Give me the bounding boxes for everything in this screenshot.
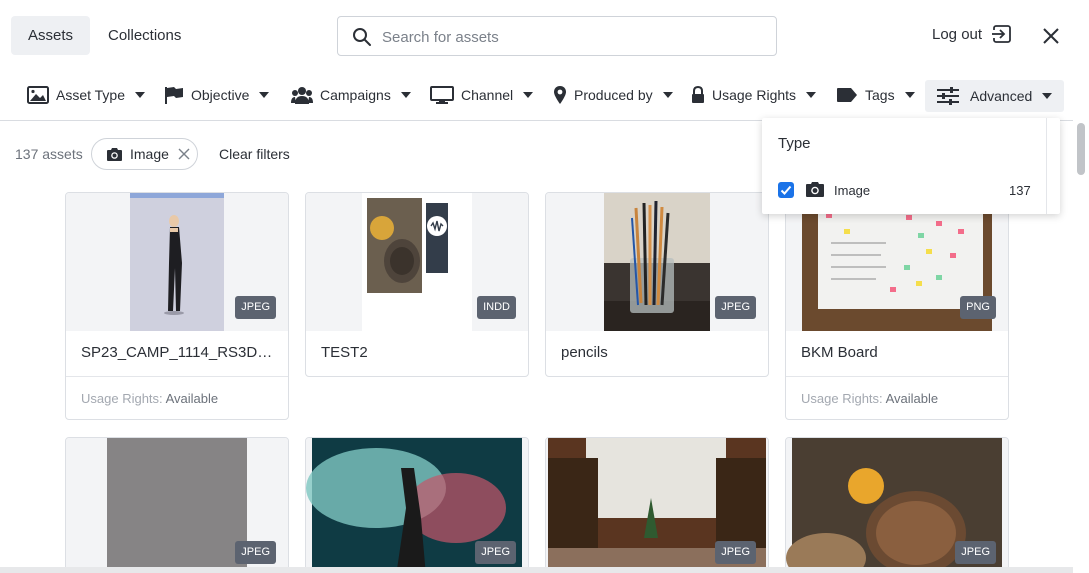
filter-label: Tags [865, 87, 895, 103]
filter-asset-type[interactable]: Asset Type [27, 76, 146, 114]
logout-button[interactable]: Log out [932, 24, 1012, 44]
caret-down-icon [523, 92, 534, 98]
asset-card[interactable]: JPEG pencils [545, 192, 769, 377]
camera-icon [107, 147, 122, 161]
monitor-icon [430, 86, 454, 104]
filter-usage-rights[interactable]: Usage Rights [691, 76, 817, 114]
asset-name: SP23_CAMP_1114_RS3D0... [81, 344, 279, 361]
file-type-badge: JPEG [955, 541, 996, 564]
search-box[interactable] [337, 16, 777, 56]
usage-rights: Usage Rights: Available [786, 376, 1008, 419]
camera-icon [806, 182, 824, 197]
filter-advanced[interactable]: Advanced [925, 80, 1065, 112]
location-pin-icon [553, 86, 567, 104]
filter-bar: Asset Type Objective Campaigns Channel P… [0, 76, 1089, 121]
logout-icon [992, 25, 1011, 43]
sliders-icon [937, 87, 959, 105]
caret-down-icon [400, 92, 411, 98]
horizontal-scrollbar[interactable] [0, 567, 1073, 573]
usage-rights-label: Usage Rights: [81, 391, 163, 406]
filter-label: Produced by [574, 87, 653, 103]
tab-collections[interactable]: Collections [91, 16, 198, 55]
asset-thumbnail: INDD [306, 193, 528, 331]
asset-thumbnail: JPEG [66, 438, 288, 573]
filter-label: Objective [191, 87, 250, 103]
file-type-badge: JPEG [235, 541, 276, 564]
logout-label: Log out [932, 25, 983, 43]
filter-label: Asset Type [56, 87, 126, 103]
asset-thumbnail: JPEG [546, 193, 768, 331]
asset-card[interactable]: PNG BKM Board Usage Rights: Available [785, 192, 1009, 420]
image-icon [27, 86, 49, 104]
scrollbar-thumb[interactable] [1077, 123, 1085, 175]
filter-objective[interactable]: Objective [164, 76, 270, 114]
asset-card[interactable]: JPEG [545, 437, 769, 573]
filter-label: Channel [461, 87, 514, 103]
filter-label: Campaigns [320, 87, 391, 103]
asset-card[interactable]: JPEG SP23_CAMP_1114_RS3D0... Usage Right… [65, 192, 289, 420]
type-option-label[interactable]: Image [834, 183, 870, 198]
filter-produced-by[interactable]: Produced by [553, 76, 673, 114]
filter-campaigns[interactable]: Campaigns [291, 76, 411, 114]
type-image-checkbox[interactable] [778, 182, 794, 198]
asset-card[interactable]: JPEG [65, 437, 289, 573]
asset-card[interactable]: INDD TEST2 [305, 192, 529, 377]
file-type-badge: JPEG [235, 296, 276, 319]
filter-label: Usage Rights [712, 87, 797, 103]
filter-label: Advanced [970, 88, 1033, 104]
usage-rights-label: Usage Rights: [801, 391, 883, 406]
file-type-badge: JPEG [715, 296, 756, 319]
filter-chip-image[interactable]: Image [91, 138, 198, 170]
tab-assets[interactable]: Assets [11, 16, 91, 55]
dropdown-scrollbar[interactable] [1046, 118, 1060, 214]
filter-tags[interactable]: Tags [836, 76, 915, 114]
clear-filters-button[interactable]: Clear filters [219, 146, 290, 162]
asset-thumbnail: JPEG [66, 193, 288, 331]
filter-chip-label: Image [130, 146, 169, 162]
remove-icon[interactable] [178, 148, 190, 160]
asset-thumbnail: JPEG [786, 438, 1008, 573]
asset-card[interactable]: JPEG [785, 437, 1009, 573]
usage-rights-value: Available [885, 391, 939, 406]
usage-rights-value: Available [165, 391, 219, 406]
caret-down-icon [806, 92, 817, 98]
type-option-count: 137 [1009, 183, 1031, 198]
close-icon[interactable] [1041, 26, 1061, 46]
asset-thumbnail: JPEG [306, 438, 528, 573]
page-scrollbar[interactable] [1073, 120, 1089, 573]
top-bar: Assets Collections Log out [0, 0, 1089, 72]
asset-thumbnail: JPEG [546, 438, 768, 573]
file-type-badge: INDD [477, 296, 516, 319]
asset-name: BKM Board [801, 344, 878, 361]
asset-name: pencils [561, 344, 608, 361]
caret-down-icon [662, 92, 673, 98]
search-input[interactable] [382, 25, 762, 49]
usage-rights: Usage Rights: Available [66, 376, 288, 419]
caret-down-icon [259, 92, 270, 98]
search-icon [353, 28, 371, 46]
file-type-badge: JPEG [475, 541, 516, 564]
caret-down-icon [1042, 93, 1053, 99]
asset-name: TEST2 [321, 344, 368, 361]
asset-card[interactable]: JPEG [305, 437, 529, 573]
tag-icon [836, 87, 858, 103]
lock-icon [691, 86, 705, 104]
flag-icon [164, 86, 184, 104]
advanced-filter-dropdown: Type Image 137 [762, 118, 1060, 214]
file-type-badge: PNG [960, 296, 996, 319]
dropdown-title: Type [778, 135, 811, 152]
file-type-badge: JPEG [715, 541, 756, 564]
caret-down-icon [135, 92, 146, 98]
asset-count: 137 assets [15, 146, 83, 162]
filter-channel[interactable]: Channel [430, 76, 534, 114]
users-icon [291, 86, 313, 104]
caret-down-icon [904, 92, 915, 98]
checkmark-icon [780, 185, 792, 195]
